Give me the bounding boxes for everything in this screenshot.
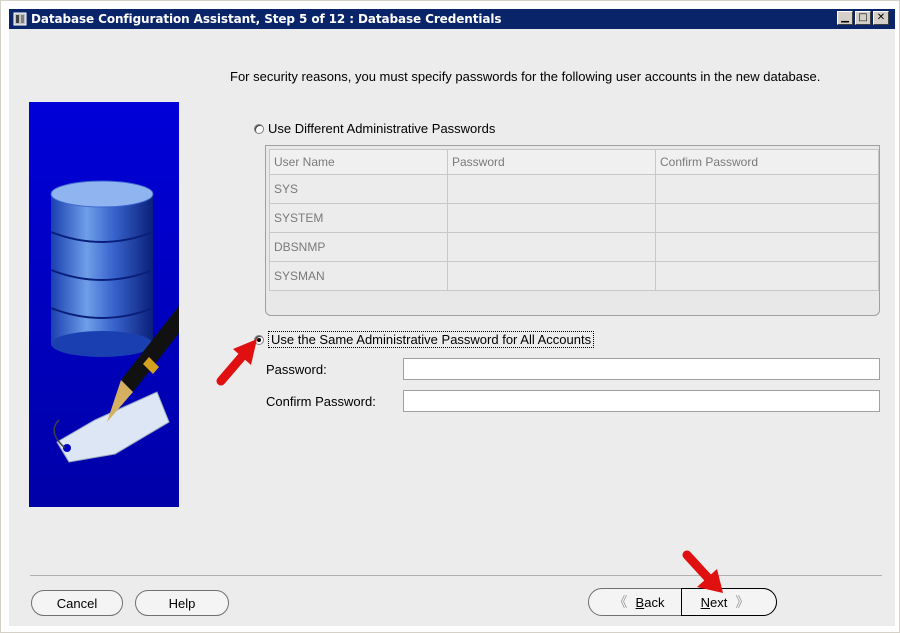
annotation-arrow-icon — [682, 550, 723, 593]
password-cell — [447, 261, 656, 291]
confirm-password-cell — [655, 174, 879, 204]
confirm-password-label: Confirm Password: — [266, 394, 376, 409]
minimize-button[interactable]: ▁ — [837, 11, 853, 25]
password-cell — [447, 232, 656, 262]
intro-text: For security reasons, you must specify p… — [230, 69, 821, 84]
maximize-button[interactable]: □ — [855, 11, 871, 25]
confirm-password-cell — [655, 203, 879, 233]
title-bar[interactable]: Database Configuration Assistant, Step 5… — [9, 9, 895, 29]
confirm-password-cell — [655, 261, 879, 291]
table-row: DBSNMP — [269, 232, 879, 262]
chevron-right-icon: 》 — [735, 594, 750, 610]
option-same-password[interactable]: Use the Same Administrative Password for… — [254, 331, 595, 348]
user-name-cell: SYSMAN — [269, 261, 448, 291]
column-header-confirm-password: Confirm Password — [655, 149, 879, 175]
column-header-password: Password — [447, 149, 656, 175]
column-header-user-name: User Name — [269, 149, 448, 175]
password-label: Password: — [266, 362, 327, 377]
back-button[interactable]: 《 Back — [595, 589, 675, 615]
footer-divider — [30, 575, 882, 576]
option-same-label: Use the Same Administrative Password for… — [268, 331, 595, 348]
user-name-cell: DBSNMP — [269, 232, 448, 262]
user-name-cell: SYSTEM — [269, 203, 448, 233]
accounts-table-panel: User Name Password Confirm Password SYS … — [265, 145, 880, 316]
back-label: ack — [644, 594, 665, 610]
close-button[interactable]: ✕ — [873, 11, 889, 25]
option-different-passwords[interactable]: Use Different Administrative Passwords — [254, 121, 495, 136]
window-controls: ▁ □ ✕ — [837, 11, 889, 25]
window-app-icon — [13, 12, 27, 26]
window-title: Database Configuration Assistant, Step 5… — [31, 12, 502, 26]
table-row: SYSTEM — [269, 203, 879, 233]
password-cell — [447, 174, 656, 204]
dbca-window: Database Configuration Assistant, Step 5… — [0, 0, 900, 633]
option-different-label: Use Different Administrative Passwords — [268, 121, 496, 136]
confirm-password-input[interactable] — [403, 390, 880, 412]
password-cell — [447, 203, 656, 233]
password-input[interactable] — [403, 358, 880, 380]
radio-different[interactable] — [254, 123, 264, 134]
back-mnemonic: B — [635, 594, 645, 610]
cancel-button[interactable]: Cancel — [31, 590, 123, 616]
table-row: SYSMAN — [269, 261, 879, 291]
user-name-cell: SYS — [269, 174, 448, 204]
accounts-table: User Name Password Confirm Password SYS … — [269, 149, 879, 291]
table-row: SYS — [269, 174, 879, 204]
confirm-password-cell — [655, 232, 879, 262]
table-header-row: User Name Password Confirm Password — [269, 149, 879, 175]
help-button[interactable]: Help — [135, 590, 229, 616]
chevron-left-icon: 《 — [613, 594, 628, 610]
annotation-arrow-icon — [216, 339, 257, 386]
wizard-illustration — [29, 102, 179, 507]
database-cylinder-icon — [50, 180, 154, 357]
